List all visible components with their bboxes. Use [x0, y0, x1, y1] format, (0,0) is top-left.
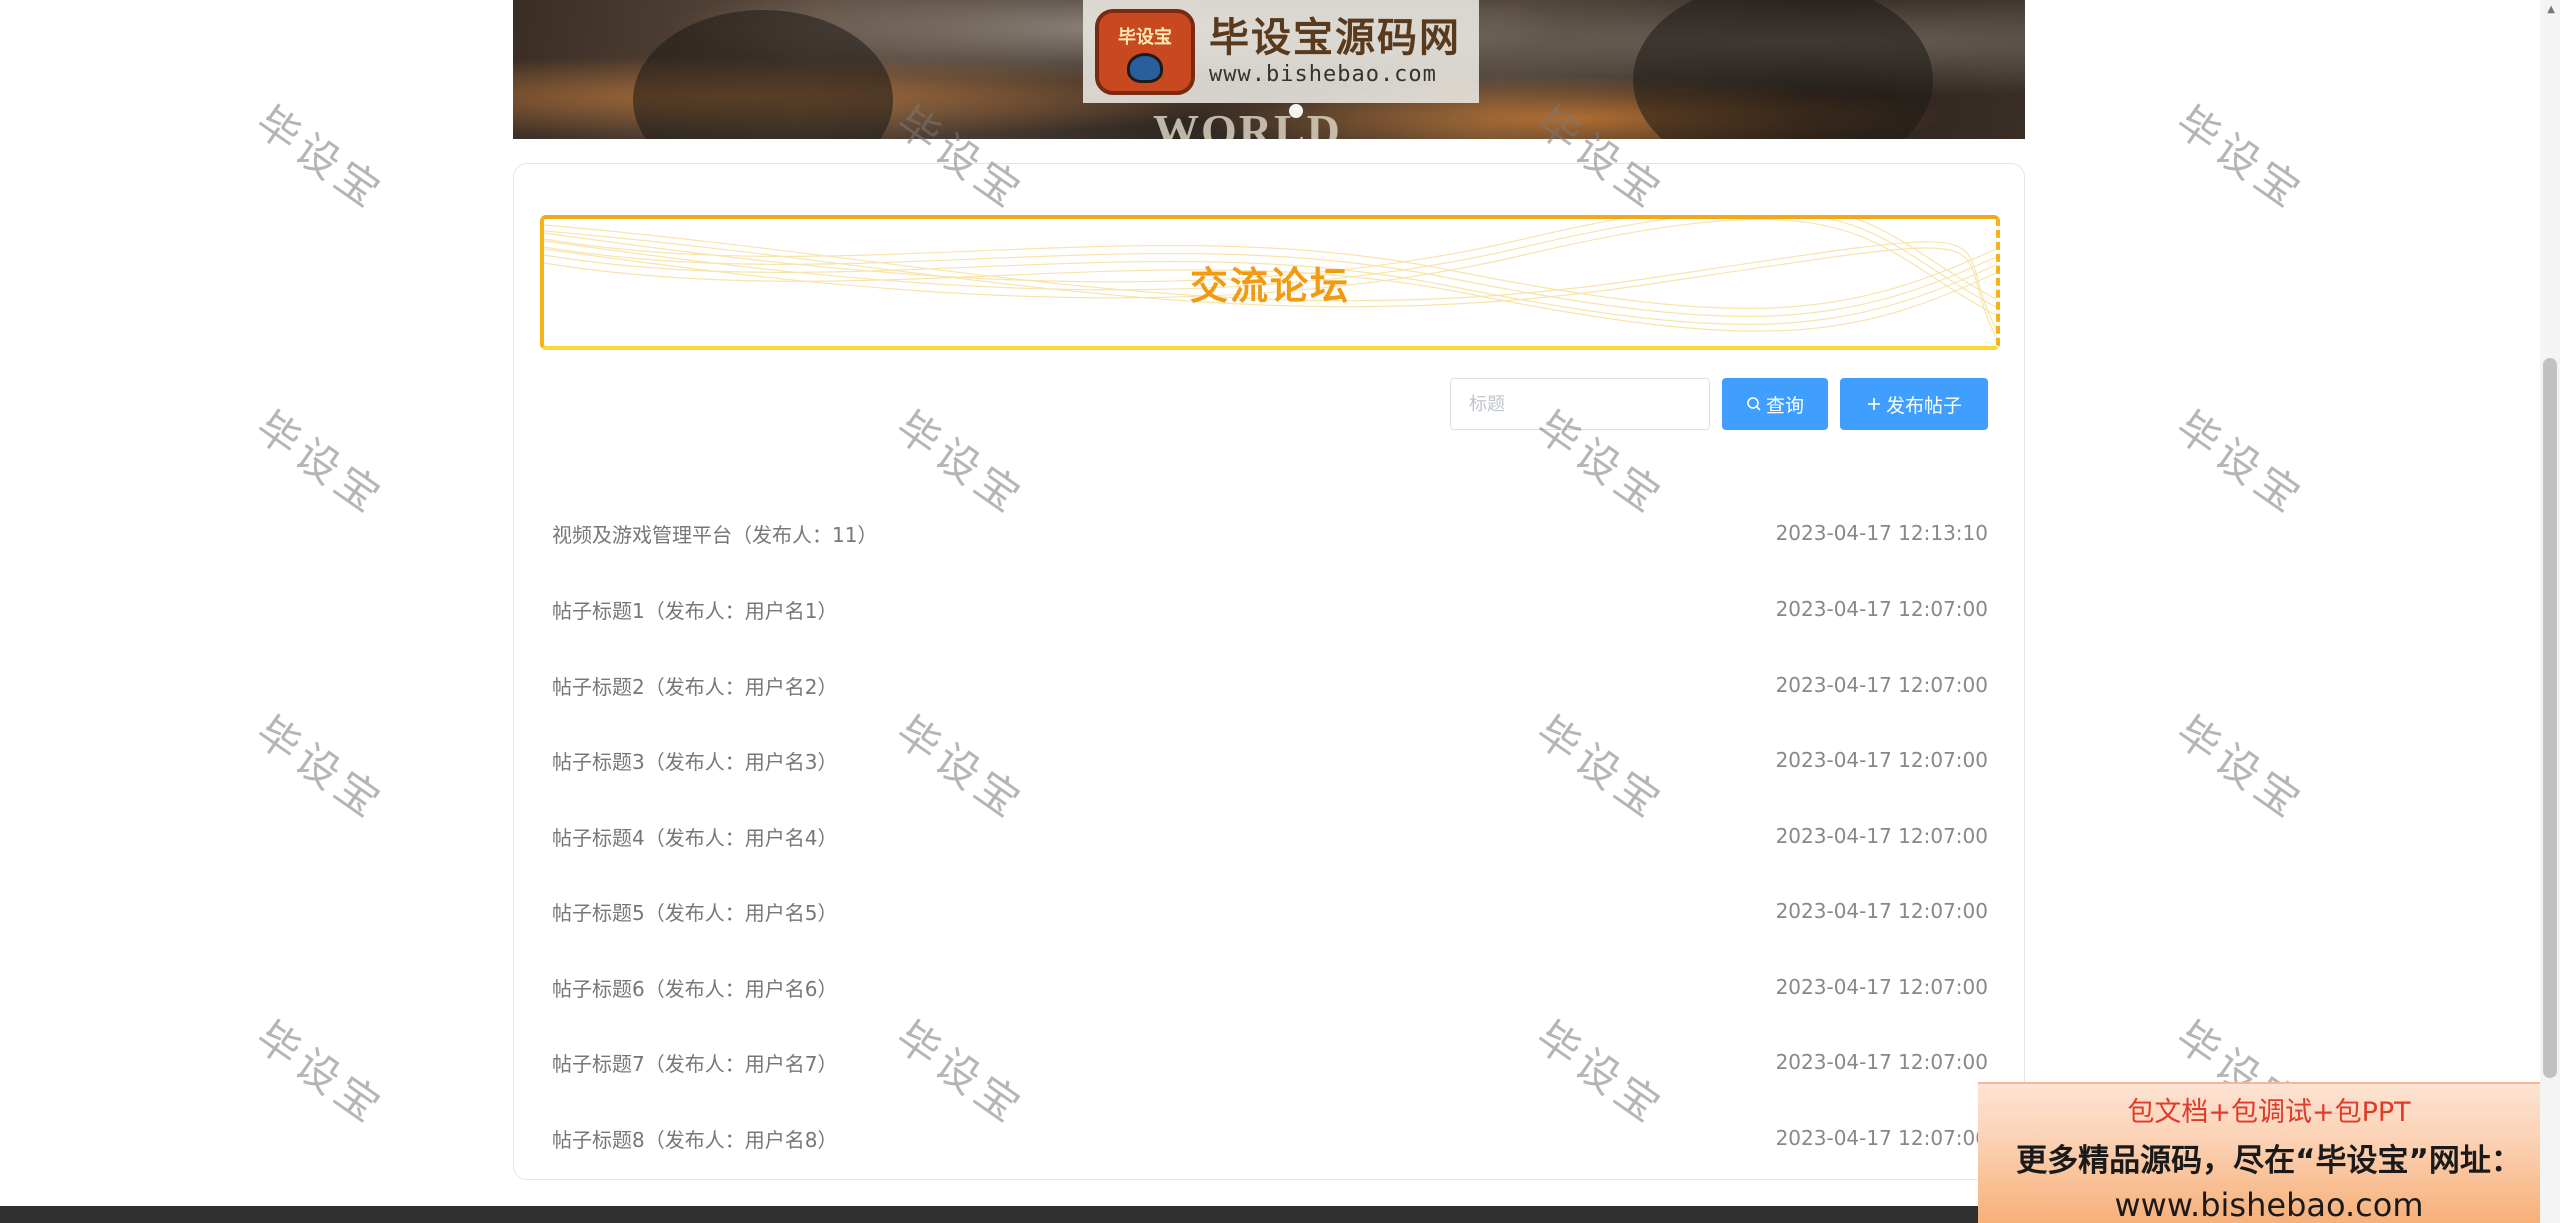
site-logo[interactable]: 毕设宝 毕设宝源码网 www.bishebao.com	[1083, 0, 1479, 103]
post-date: 2023-04-17 12:13:10	[1775, 521, 1988, 545]
post-title: 帖子标题7（发布人：用户名7）	[552, 1051, 838, 1076]
logo-face-icon	[1127, 52, 1163, 83]
post-date: 2023-04-17 12:07:00	[1775, 975, 1988, 999]
scroll-up-arrow-icon[interactable]: ▲	[2547, 4, 2555, 15]
promo-services: 包文档+包调试+包PPT	[2127, 1097, 2411, 1128]
page-scrollbar[interactable]: ▲	[2540, 0, 2560, 1223]
banner-background-word: WORLD	[1153, 105, 1342, 139]
list-item[interactable]: 帖子标题3（发布人：用户名3） 2023-04-17 12:07:00	[552, 740, 1988, 780]
search-button[interactable]: 查询	[1722, 378, 1828, 430]
post-title: 帖子标题1（发布人：用户名1）	[552, 598, 838, 623]
scrollbar-thumb[interactable]	[2543, 358, 2557, 1078]
list-item[interactable]: 帖子标题5（发布人：用户名5） 2023-04-17 12:07:00	[552, 891, 1988, 931]
watermark: 毕设宝	[247, 1011, 394, 1135]
post-date: 2023-04-17 12:07:00	[1775, 1126, 1988, 1150]
list-item[interactable]: 帖子标题4（发布人：用户名4） 2023-04-17 12:07:00	[552, 816, 1988, 856]
post-title: 帖子标题8（发布人：用户名8）	[552, 1127, 838, 1152]
list-item[interactable]: 视频及游戏管理平台（发布人：11） 2023-04-17 12:13:10	[552, 513, 1988, 553]
banner-art	[1633, 0, 1933, 139]
watermark: 毕设宝	[2167, 706, 2314, 830]
list-item[interactable]: 帖子标题7（发布人：用户名7） 2023-04-17 12:07:00	[552, 1042, 1988, 1082]
forum-title-banner: 交流论坛	[540, 215, 2000, 350]
post-date: 2023-04-17 12:07:00	[1775, 597, 1988, 621]
banner-carousel[interactable]: WORLD 毕设宝 毕设宝源码网 www.bishebao.com	[513, 0, 2025, 139]
post-title: 帖子标题4（发布人：用户名4）	[552, 825, 838, 850]
search-icon	[1746, 396, 1762, 412]
post-title: 帖子标题2（发布人：用户名2）	[552, 674, 838, 699]
watermark: 毕设宝	[2167, 401, 2314, 525]
watermark: 毕设宝	[2167, 96, 2314, 220]
logo-title: 毕设宝源码网	[1209, 15, 1461, 61]
promo-banner[interactable]: 包文档+包调试+包PPT 更多精品源码，尽在“毕设宝”网址： www.bishe…	[1978, 1082, 2560, 1223]
plus-icon	[1866, 396, 1882, 412]
add-post-button-label: 发布帖子	[1885, 394, 1962, 417]
post-title: 帖子标题3（发布人：用户名3）	[552, 749, 838, 774]
promo-url[interactable]: www.bishebao.com	[2114, 1186, 2423, 1223]
add-post-button[interactable]: 发布帖子	[1840, 378, 1988, 430]
forum-card: 交流论坛 查询 发布帖子 视频及游戏管理平台（发布人：11） 2023-04-1…	[513, 163, 2025, 1180]
post-date: 2023-04-17 12:07:00	[1775, 899, 1988, 923]
title-search-input[interactable]	[1450, 378, 1710, 430]
carousel-indicator-dot[interactable]	[1289, 104, 1303, 118]
post-title: 视频及游戏管理平台（发布人：11）	[552, 522, 878, 547]
watermark: 毕设宝	[247, 96, 394, 220]
list-item[interactable]: 帖子标题8（发布人：用户名8） 2023-04-17 12:07:00	[552, 1118, 1988, 1158]
post-date: 2023-04-17 12:07:00	[1775, 824, 1988, 848]
logo-badge-text: 毕设宝	[1118, 26, 1172, 47]
post-title: 帖子标题6（发布人：用户名6）	[552, 976, 838, 1001]
logo-url: www.bishebao.com	[1209, 62, 1437, 87]
promo-tagline: 更多精品源码，尽在“毕设宝”网址：	[2016, 1143, 2522, 1179]
list-item[interactable]: 帖子标题2（发布人：用户名2） 2023-04-17 12:07:00	[552, 665, 1988, 705]
post-date: 2023-04-17 12:07:00	[1775, 673, 1988, 697]
post-date: 2023-04-17 12:07:00	[1775, 1050, 1988, 1074]
list-item[interactable]: 帖子标题1（发布人：用户名1） 2023-04-17 12:07:00	[552, 589, 1988, 629]
watermark: 毕设宝	[247, 401, 394, 525]
watermark: 毕设宝	[247, 706, 394, 830]
banner-art	[633, 10, 893, 139]
logo-icon: 毕设宝	[1095, 8, 1195, 95]
post-date: 2023-04-17 12:07:00	[1775, 748, 1988, 772]
search-button-label: 查询	[1765, 394, 1804, 417]
post-title: 帖子标题5（发布人：用户名5）	[552, 900, 838, 925]
list-item[interactable]: 帖子标题6（发布人：用户名6） 2023-04-17 12:07:00	[552, 967, 1988, 1007]
forum-title: 交流论坛	[1189, 264, 1350, 308]
